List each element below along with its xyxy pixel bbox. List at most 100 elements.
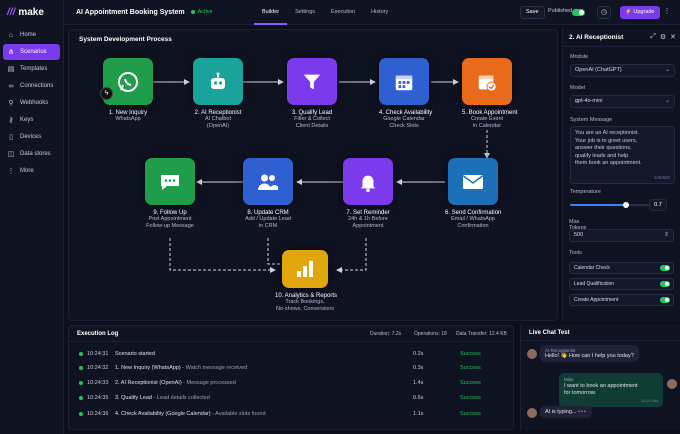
module-label: Module bbox=[570, 54, 589, 60]
tool-label: Calendar Check bbox=[574, 265, 610, 271]
user-message-bubble: Mike I want to book an appointment for t… bbox=[559, 373, 663, 407]
log-step: 3. Qualify Lead - Lead details collected bbox=[115, 391, 210, 405]
node-subtitle: Google Calendar bbox=[383, 116, 425, 122]
link-icon: ∞ bbox=[8, 82, 14, 90]
divider bbox=[69, 341, 515, 342]
tool-toggle[interactable] bbox=[660, 297, 670, 303]
live-chat-panel: Live Chat Test AI Receptionist Hello! 👋 … bbox=[520, 325, 680, 430]
tab-history[interactable]: History bbox=[363, 0, 396, 25]
node-book-appointment[interactable]: 5. Book Appointment Create Event in Cale… bbox=[462, 58, 517, 130]
node-follow-up[interactable]: 9. Follow Up Post Appointment Follow-up … bbox=[145, 158, 195, 230]
log-row[interactable]: 10:24:36 4. Check Availability (Google C… bbox=[77, 407, 507, 421]
save-button[interactable]: Save bbox=[520, 6, 545, 19]
sidebar-item-more[interactable]: ⋮ More bbox=[3, 163, 60, 179]
log-step-name: Scenario started bbox=[115, 351, 156, 357]
sidebar-item-label: Home bbox=[20, 32, 37, 38]
temperature-value-input[interactable]: 0.7 bbox=[649, 199, 667, 211]
user-message-line: I want to book an appointment bbox=[564, 383, 638, 389]
node-subtitle-2: Confirmation bbox=[457, 223, 489, 229]
logo[interactable]: /// make bbox=[0, 0, 63, 26]
temperature-slider[interactable] bbox=[570, 202, 650, 208]
stepper-icon[interactable]: ⇕ bbox=[664, 230, 669, 241]
close-icon[interactable]: ✕ bbox=[670, 33, 676, 41]
log-row[interactable]: 10:24:32 1. New Inquiry (WhatsApp) - Wat… bbox=[77, 361, 507, 375]
sidebar-item-templates[interactable]: ▤ Templates bbox=[3, 61, 60, 77]
log-row[interactable]: 10:24:31 Scenario started 0.2s Success bbox=[77, 347, 507, 361]
settings-icon[interactable]: ⚙ bbox=[660, 33, 666, 41]
bot-message: Hello! 👋 How can I help you today? bbox=[545, 353, 634, 359]
operations-stat: Operations: 18 bbox=[414, 331, 447, 337]
tool-toggle[interactable] bbox=[660, 281, 670, 287]
sidebar-item-keys[interactable]: ⚷ Keys bbox=[3, 112, 60, 128]
node-qualify-lead[interactable]: 3. Qualify Lead Filter & Collect Client … bbox=[287, 58, 337, 130]
sidebar-item-home[interactable]: ⌂ Home bbox=[3, 27, 60, 43]
sidebar-item-scenarios[interactable]: ⋔ Scenarios bbox=[3, 44, 60, 60]
webhook-icon: ⚲ bbox=[8, 100, 14, 107]
node-check-availability[interactable]: 4. Check Availability Google Calendar Ch… bbox=[379, 58, 432, 130]
tools-label: Tools bbox=[569, 250, 582, 256]
tool-toggle[interactable] bbox=[660, 265, 670, 271]
node-box bbox=[193, 58, 243, 105]
user-name: Mike bbox=[564, 377, 574, 382]
logo-text: make bbox=[18, 7, 44, 18]
chevron-down-icon: ⌄ bbox=[664, 98, 670, 104]
log-time: 10:24:35 bbox=[87, 395, 109, 401]
mail-icon bbox=[463, 174, 483, 189]
tab-settings[interactable]: Settings bbox=[287, 0, 323, 25]
scenario-canvas[interactable]: System Development Process ϟ 1. New Inqu… bbox=[68, 29, 558, 321]
user-message-line: for tomorrow. bbox=[564, 390, 597, 396]
node-set-reminder[interactable]: 7. Set Reminder 24h & 1h Before Appointm… bbox=[343, 158, 393, 230]
more-options-icon[interactable]: ⋮ bbox=[660, 6, 674, 19]
sidebar-item-connections[interactable]: ∞ Connections bbox=[3, 78, 60, 94]
tab-execution[interactable]: Execution bbox=[323, 0, 363, 25]
log-row[interactable]: 10:24:35 3. Qualify Lead - Lead details … bbox=[77, 391, 507, 405]
node-update-crm[interactable]: 8. Update CRM Add / Update Lead in CRM bbox=[243, 158, 293, 230]
sidebar-item-devices[interactable]: ▯ Devices bbox=[3, 129, 60, 145]
node-subtitle-2: No-shows, Conversions bbox=[275, 306, 335, 312]
log-step-name: 3. Qualify Lead bbox=[115, 395, 152, 401]
filter-icon bbox=[303, 74, 321, 89]
bot-message-bubble: AI Receptionist Hello! 👋 How can I help … bbox=[540, 345, 639, 362]
expand-icon[interactable]: ⤢ bbox=[650, 33, 656, 41]
history-icon[interactable]: ◷ bbox=[597, 6, 611, 19]
system-message-input[interactable]: You are an AI receptionist. Your job is … bbox=[570, 126, 675, 184]
max-tokens-input[interactable]: 500 ⇕ bbox=[569, 229, 674, 242]
system-message-line: qualify leads and help bbox=[575, 152, 629, 159]
module-value: OpenAI (ChatGPT) bbox=[575, 67, 622, 73]
node-subtitle-2: in Calendar bbox=[472, 123, 502, 129]
model-select[interactable]: gpt-4o-mini ⌄ bbox=[570, 95, 675, 108]
published-toggle[interactable] bbox=[572, 9, 585, 16]
scenario-title[interactable]: AI Appointment Booking System bbox=[76, 9, 185, 16]
upgrade-button[interactable]: ⚡ Upgrade bbox=[620, 6, 660, 19]
published-label: Published bbox=[548, 8, 573, 14]
node-send-confirmation[interactable]: 6. Send Confirmation Email / WhatsApp Co… bbox=[445, 158, 501, 230]
status-badge: Active bbox=[197, 9, 213, 15]
typing-label: AI is typing... bbox=[545, 409, 577, 415]
execution-log-title: Execution Log bbox=[77, 331, 119, 337]
node-box bbox=[448, 158, 498, 205]
transfer-stat: Data Transfer: 12.4 KB bbox=[456, 331, 507, 337]
node-ai-receptionist[interactable]: 2. AI Receptionist AI Chatbot (OpenAI) bbox=[193, 58, 243, 130]
log-row[interactable]: 10:24:33 2. AI Receptionist (OpenAI) - M… bbox=[77, 376, 507, 390]
more-icon: ⋮ bbox=[7, 168, 15, 175]
sidebar: /// make ⌂ Home ⋔ Scenarios ▤ Templates … bbox=[0, 0, 64, 434]
log-step-name: 4. Check Availability (Google Calendar) bbox=[115, 411, 211, 417]
slider-thumb[interactable] bbox=[623, 202, 629, 208]
node-box bbox=[343, 158, 393, 205]
log-time: 10:24:32 bbox=[87, 365, 109, 371]
node-box bbox=[145, 158, 195, 205]
tool-create-appointment: Create Appointment bbox=[569, 294, 674, 306]
sidebar-item-webhooks[interactable]: ⚲ Webhooks bbox=[3, 95, 60, 111]
success-dot bbox=[79, 381, 83, 385]
divider bbox=[521, 340, 680, 341]
sidebar-item-data-stores[interactable]: ◫ Data stores bbox=[3, 146, 60, 162]
model-value: gpt-4o-mini bbox=[575, 98, 603, 104]
message-time: 10:24 AM bbox=[641, 398, 658, 403]
tab-builder[interactable]: Builder bbox=[254, 0, 288, 25]
module-select[interactable]: OpenAI (ChatGPT) ⌄ bbox=[570, 64, 675, 77]
node-analytics-reports[interactable]: 10. Analytics & Reports Track Bookings, … bbox=[275, 250, 337, 313]
temperature-label: Temperature bbox=[570, 189, 601, 195]
log-step-name: 1. New Inquiry (WhatsApp) bbox=[115, 365, 181, 371]
node-new-inquiry[interactable]: ϟ 1. New Inquiry WhatsApp bbox=[100, 58, 153, 123]
node-subtitle: 24h & 1h Before bbox=[348, 216, 388, 222]
